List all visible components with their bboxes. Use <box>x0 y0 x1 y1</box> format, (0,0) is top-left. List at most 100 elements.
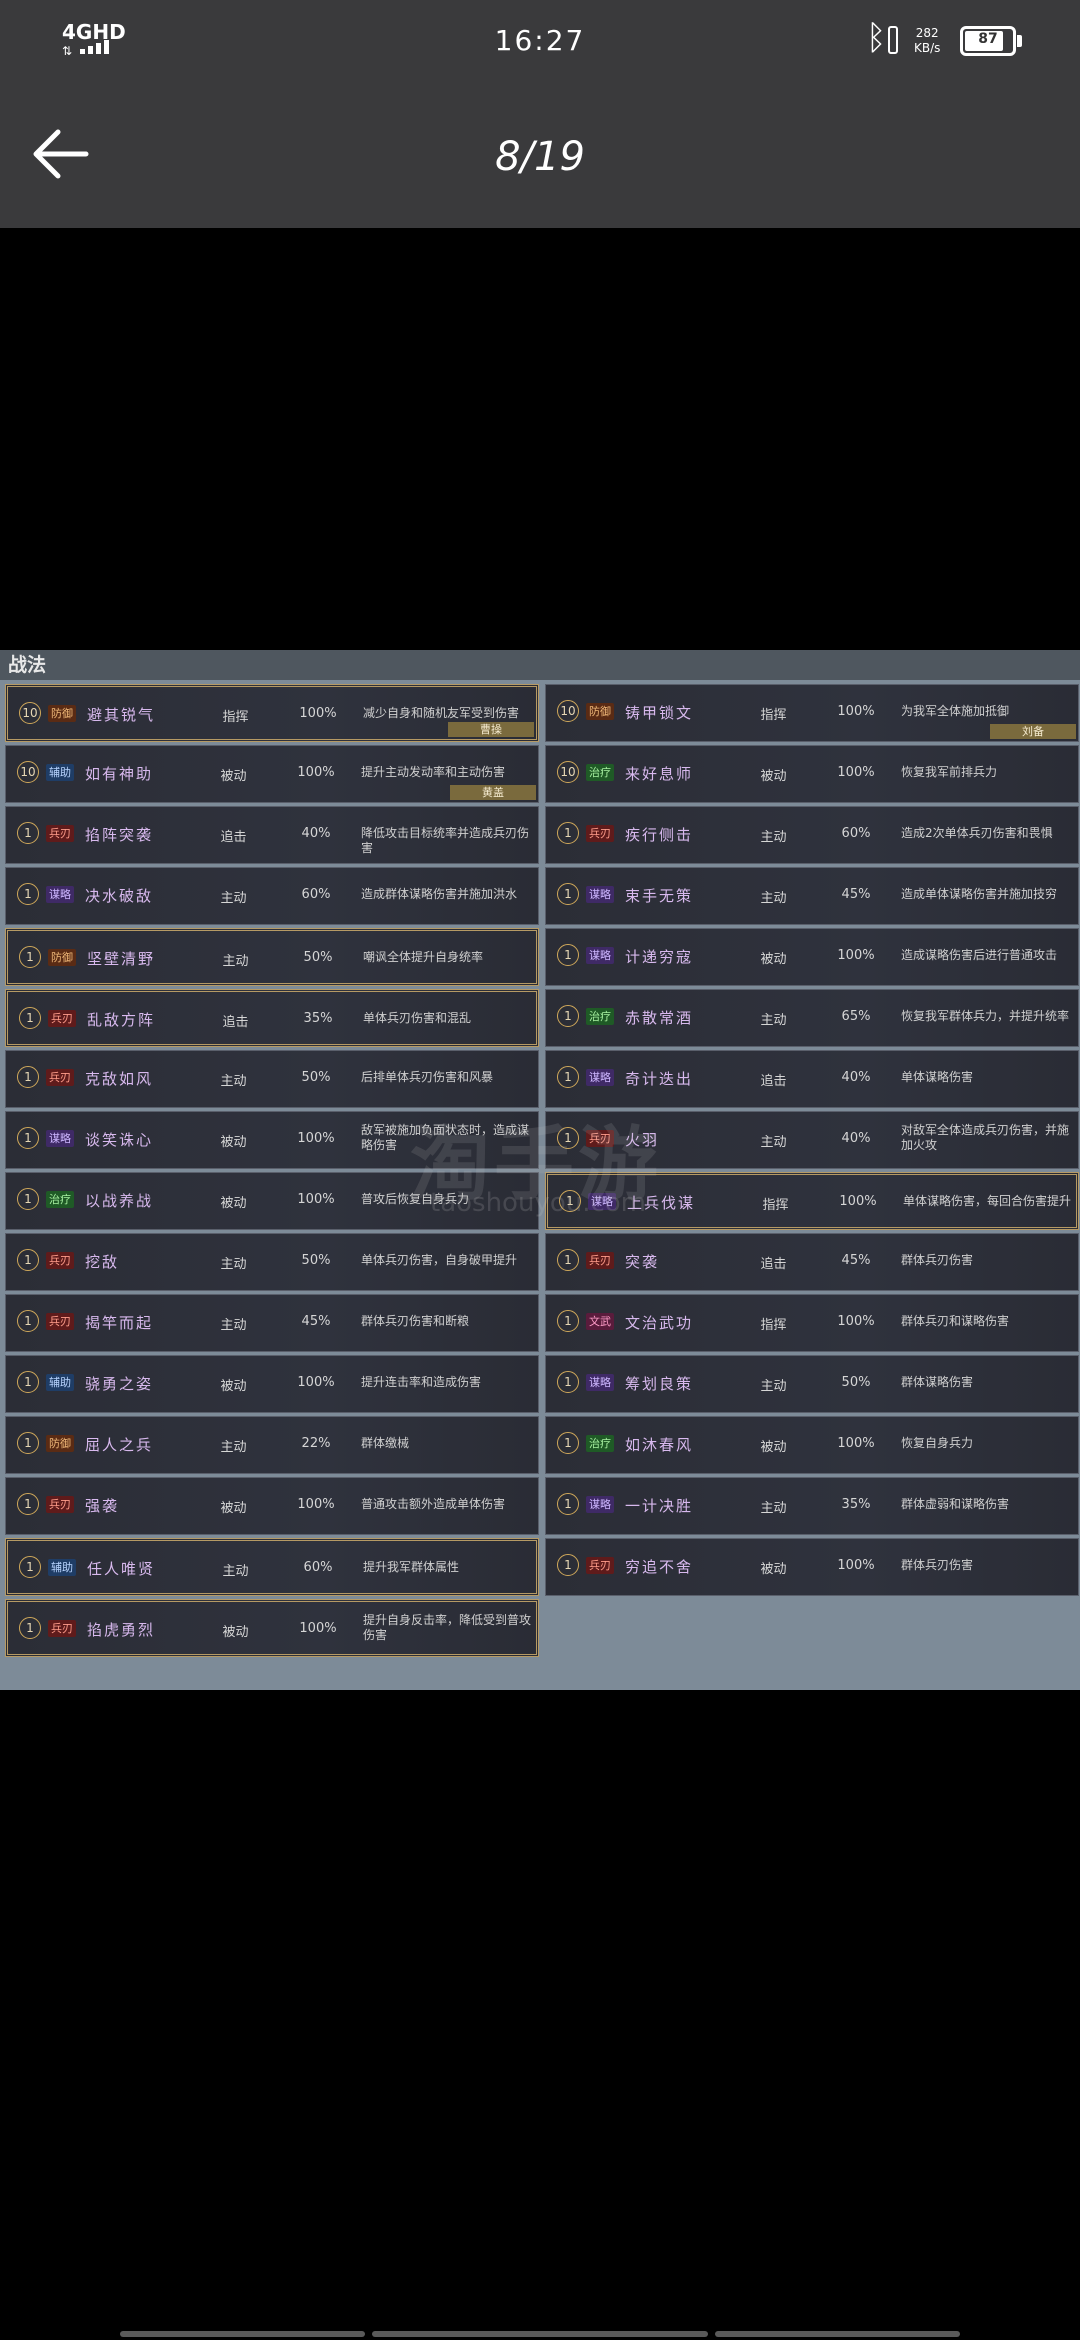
bluetooth-icon: ᛒ <box>866 18 887 58</box>
skill-row: 1 兵刃 突袭 追击 45% 群体兵刃伤害 <box>545 1233 1079 1291</box>
skill-name: 来好息师 <box>625 765 694 783</box>
skill-description: 单体谋略伤害，每回合伤害提升 <box>903 1194 1072 1208</box>
skill-level-badge: 1 <box>557 1554 579 1576</box>
skill-name: 任人唯贤 <box>87 1560 156 1578</box>
skill-trigger-type: 被动 <box>760 1562 787 1577</box>
skill-description: 提升连击率和造成伤害 <box>361 1375 482 1389</box>
skill-level-badge: 1 <box>17 1432 39 1454</box>
skill-level-badge: 1 <box>17 822 39 844</box>
skill-description: 群体虚弱和谋略伤害 <box>901 1497 1010 1511</box>
network-speed-unit: KB/s <box>914 41 941 55</box>
skill-type-tag: 防御 <box>46 1435 74 1452</box>
skill-name: 突袭 <box>625 1253 660 1271</box>
skill-rate: 22% <box>301 1436 331 1451</box>
skill-name: 如沐春风 <box>625 1436 694 1454</box>
skill-level-badge: 10 <box>557 700 579 722</box>
battery-icon: 87 <box>960 26 1016 56</box>
skill-type-tag: 谋略 <box>586 1496 614 1513</box>
skill-level-badge: 1 <box>557 1249 579 1271</box>
skill-row: 1 谋略 束手无策 主动 45% 造成单体谋略伤害并施加技穷 <box>545 867 1079 925</box>
skill-trigger-type: 被动 <box>220 1135 247 1150</box>
skill-description: 单体兵刃伤害，自身破甲提升 <box>361 1253 518 1267</box>
skill-description: 提升自身反击率，降低受到普攻伤害 <box>363 1613 532 1642</box>
skill-trigger-type: 指挥 <box>760 1318 787 1333</box>
home-indicator[interactable] <box>715 2331 960 2337</box>
skill-name: 骁勇之姿 <box>85 1375 154 1393</box>
skill-name: 掐阵突袭 <box>85 826 154 844</box>
skill-type-tag: 兵刃 <box>586 825 614 842</box>
skill-trigger-type: 主动 <box>220 891 247 906</box>
skill-row: 1 治疗 赤散常酒 主动 65% 恢复我军群体兵力，并提升统率 <box>545 989 1079 1047</box>
skill-description: 普通攻击额外造成单体伤害 <box>361 1497 506 1511</box>
skill-name: 坚壁清野 <box>87 950 156 968</box>
battery-tip <box>1017 35 1022 47</box>
skill-level-badge: 1 <box>17 1249 39 1271</box>
skill-name: 克敌如风 <box>85 1070 154 1088</box>
skill-trigger-type: 主动 <box>220 1440 247 1455</box>
skill-rate: 60% <box>303 1560 333 1575</box>
skill-description: 减少自身和随机友军受到伤害 <box>363 706 520 720</box>
skill-type-tag: 谋略 <box>46 886 74 903</box>
skill-type-tag: 文武 <box>586 1313 614 1330</box>
skill-trigger-type: 被动 <box>220 1196 247 1211</box>
skill-description: 提升我军群体属性 <box>363 1560 460 1574</box>
skill-description: 群体谋略伤害 <box>901 1375 974 1389</box>
skill-row: 1 谋略 一计决胜 主动 35% 群体虚弱和谋略伤害 <box>545 1477 1079 1535</box>
skill-level-badge: 1 <box>17 1493 39 1515</box>
skill-name: 计递穷寇 <box>625 948 694 966</box>
skill-trigger-type: 追击 <box>220 830 247 845</box>
skill-trigger-type: 追击 <box>222 1015 249 1030</box>
skill-level-badge: 1 <box>557 822 579 844</box>
home-indicator[interactable] <box>372 2331 708 2337</box>
skill-name: 揭竿而起 <box>85 1314 154 1332</box>
skill-rate: 65% <box>841 1009 871 1024</box>
skill-type-tag: 治疗 <box>586 764 614 781</box>
skill-type-tag: 防御 <box>48 949 76 966</box>
skill-rate: 45% <box>301 1314 331 1329</box>
skill-name: 乱敌方阵 <box>87 1011 156 1029</box>
skill-level-badge: 10 <box>17 761 39 783</box>
skill-name: 束手无策 <box>625 887 694 905</box>
skill-description: 群体兵刃伤害和断粮 <box>361 1314 470 1328</box>
skill-trigger-type: 被动 <box>760 952 787 967</box>
skill-type-tag: 谋略 <box>586 1374 614 1391</box>
image-viewer-toolbar: 8/19 <box>0 80 1080 228</box>
skill-row: 1 辅助 骁勇之姿 被动 100% 提升连击率和造成伤害 <box>5 1355 539 1413</box>
skill-rate: 45% <box>841 1253 871 1268</box>
skill-name: 掐虎勇烈 <box>87 1621 156 1639</box>
skill-rate: 40% <box>841 1131 871 1146</box>
skill-description: 对敌军全体造成兵刃伤害，并施加火攻 <box>901 1123 1070 1152</box>
skill-trigger-type: 被动 <box>222 1625 249 1640</box>
skill-description: 恢复我军前排兵力 <box>901 765 998 779</box>
skill-type-tag: 兵刃 <box>46 1313 74 1330</box>
skill-level-badge: 1 <box>19 1617 41 1639</box>
skill-trigger-type: 被动 <box>220 769 247 784</box>
skill-rate: 100% <box>839 1194 877 1209</box>
skill-rate: 50% <box>841 1375 871 1390</box>
skill-name: 挖敌 <box>85 1253 120 1271</box>
skill-rate: 60% <box>841 826 871 841</box>
skill-name: 筹划良策 <box>625 1375 694 1393</box>
skill-trigger-type: 主动 <box>760 1013 787 1028</box>
skill-rate: 100% <box>837 948 875 963</box>
skill-rate: 100% <box>299 1621 337 1636</box>
skill-level-badge: 1 <box>17 1371 39 1393</box>
skill-type-tag: 防御 <box>48 705 76 722</box>
skill-description: 造成单体谋略伤害并施加技穷 <box>901 887 1058 901</box>
skill-trigger-type: 指挥 <box>762 1198 789 1213</box>
skill-rate: 50% <box>303 950 333 965</box>
skill-name: 谈笑诛心 <box>85 1131 154 1149</box>
home-indicator[interactable] <box>120 2331 365 2337</box>
skill-trigger-type: 主动 <box>220 1257 247 1272</box>
battery-percent: 87 <box>978 31 998 47</box>
skill-rate: 100% <box>297 1375 335 1390</box>
skill-row: 10 治疗 来好息师 被动 100% 恢复我军前排兵力 <box>545 745 1079 803</box>
skill-description: 单体兵刃伤害和混乱 <box>363 1011 472 1025</box>
skill-trigger-type: 指挥 <box>760 708 787 723</box>
skill-rate: 100% <box>297 1497 335 1512</box>
skill-rate: 50% <box>301 1070 331 1085</box>
skill-type-tag: 兵刃 <box>586 1557 614 1574</box>
skill-level-badge: 1 <box>17 1127 39 1149</box>
skill-description: 群体兵刃伤害 <box>901 1558 974 1572</box>
skill-rate: 50% <box>301 1253 331 1268</box>
